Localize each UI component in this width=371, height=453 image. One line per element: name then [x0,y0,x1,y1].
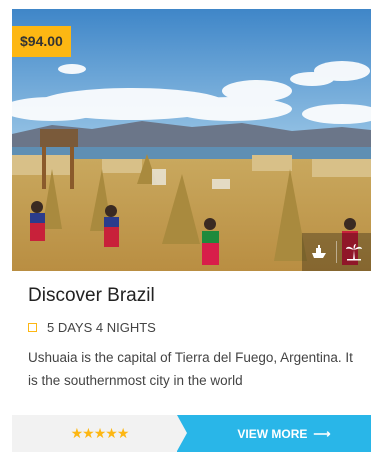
palm-tree-icon[interactable] [337,233,371,271]
arrow-right-icon: ⟶ [313,426,331,441]
star-rating: ★★★★★ [12,415,187,452]
tour-duration: 5 DAYS 4 NIGHTS [28,320,156,335]
calendar-icon [28,323,37,332]
tour-title[interactable]: Discover Brazil [28,285,155,307]
activity-icons [302,233,371,271]
duration-text: 5 DAYS 4 NIGHTS [47,320,156,335]
card-footer: ★★★★★ VIEW MORE ⟶ [12,415,371,452]
price-badge: $94.00 [12,26,71,57]
ship-icon[interactable] [302,233,336,271]
view-more-button[interactable]: VIEW MORE ⟶ [177,415,371,452]
view-more-label: VIEW MORE [237,426,308,441]
tour-description: Ushuaia is the capital of Tierra del Fue… [28,350,353,388]
tour-photo[interactable]: $94.00 [12,9,371,271]
button-notch [177,415,187,451]
tour-card: $94.00 Discover Brazil 5 DAYS 4 NIGHTS U… [12,9,371,452]
